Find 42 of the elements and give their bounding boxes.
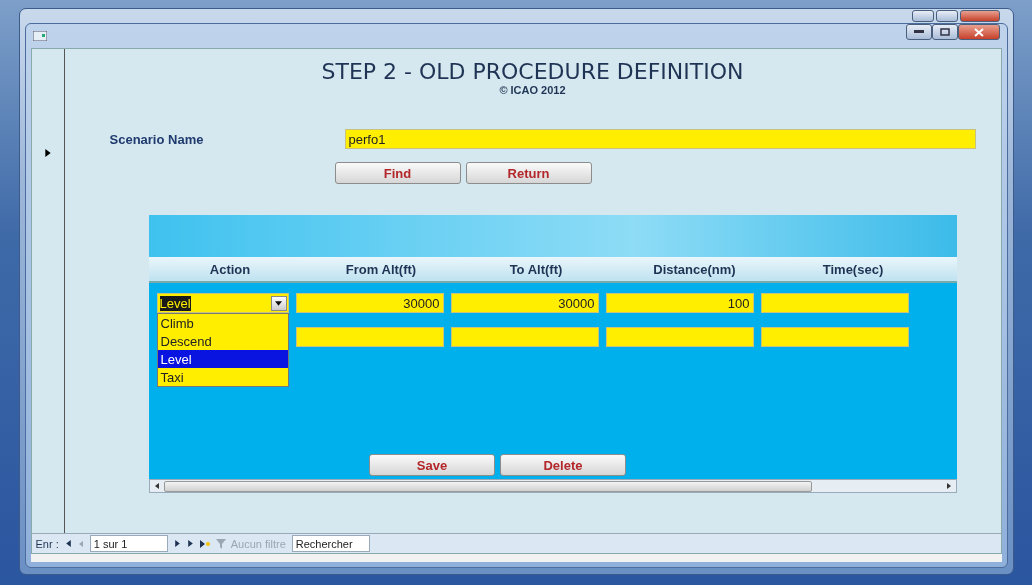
current-record-icon[interactable]	[43, 149, 52, 157]
filter-icon	[215, 538, 228, 549]
copyright-text: © ICAO 2012	[498, 84, 567, 96]
action-combo[interactable]: Level	[156, 293, 289, 313]
table-cell-field[interactable]	[450, 327, 599, 347]
scroll-thumb[interactable]	[163, 480, 812, 492]
table-cell-field[interactable]: 30000	[295, 293, 444, 313]
first-record-icon[interactable]	[64, 540, 72, 547]
scenario-name-field[interactable]: perfo1	[344, 129, 976, 149]
table-cell-field[interactable]	[605, 327, 754, 347]
scroll-right-icon[interactable]	[945, 483, 952, 489]
form-title: STEP 2 - OLD PROCEDURE DEFINITION	[320, 59, 745, 84]
caret-icon[interactable]	[275, 299, 282, 307]
column-header: Action	[208, 261, 252, 277]
new-record-icon[interactable]	[199, 539, 210, 548]
form-button[interactable]: Return	[465, 162, 592, 184]
column-header: From Alt(ft)	[344, 261, 418, 277]
close-button[interactable]	[957, 24, 1000, 40]
search-field[interactable]: Rechercher	[291, 535, 370, 552]
table-cell-field[interactable]	[760, 293, 909, 313]
last-record-icon[interactable]	[186, 540, 194, 547]
dropdown-option[interactable]: Level	[157, 350, 288, 368]
minimize-button[interactable]	[905, 24, 932, 40]
horizontal-scrollbar[interactable]	[148, 479, 957, 493]
restore-button[interactable]	[931, 24, 958, 40]
navigation-label: Enr :	[35, 537, 59, 550]
form-button[interactable]: Find	[334, 162, 461, 184]
column-header: Distance(nm)	[652, 261, 737, 277]
table-cell-field[interactable]: 30000	[450, 293, 599, 313]
column-header: To Alt(ft)	[508, 261, 564, 277]
table-cell-field[interactable]	[295, 327, 444, 347]
form-button[interactable]: Save	[369, 454, 495, 476]
table-cell-field[interactable]	[760, 327, 909, 347]
field-label: Scenario Name	[109, 131, 205, 147]
scroll-left-icon[interactable]	[153, 483, 160, 489]
form-button[interactable]: Delete	[500, 454, 626, 476]
next-record-icon[interactable]	[173, 540, 181, 547]
form-icon	[32, 31, 47, 41]
dropdown-button[interactable]	[270, 295, 287, 311]
record-position-field[interactable]: 1 sur 1	[89, 535, 168, 552]
table-cell-field[interactable]: 100	[605, 293, 754, 313]
column-header: Time(sec)	[821, 261, 885, 277]
